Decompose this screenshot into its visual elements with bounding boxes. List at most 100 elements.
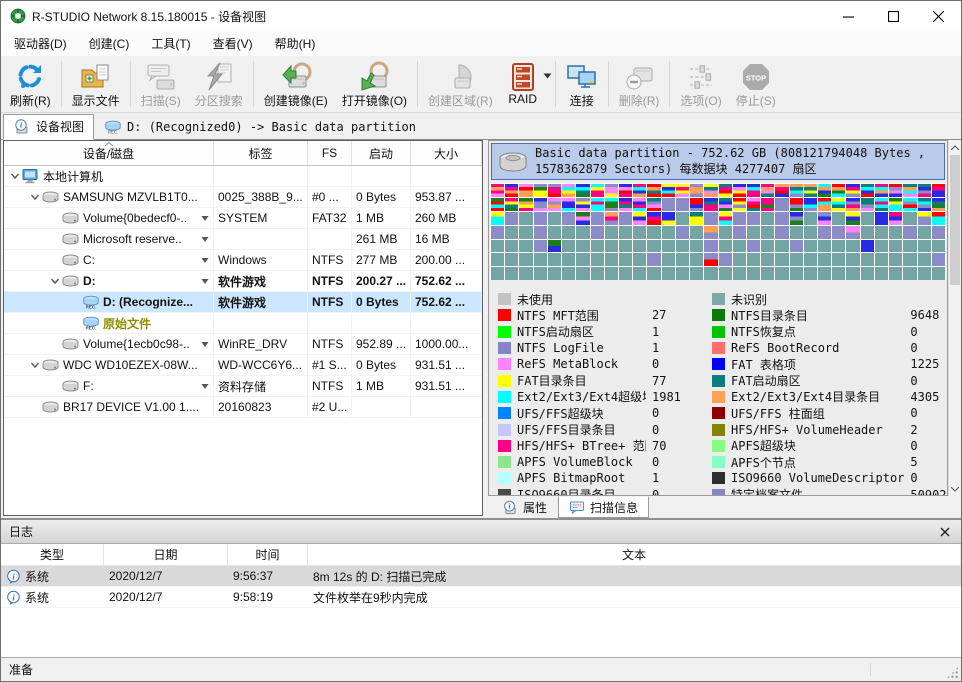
tree-row-3[interactable]: Microsoft reserve..261 MB16 MB xyxy=(4,229,482,250)
tab-recognized-partition[interactable]: REC.D: (Recognized0) -> Basic data parti… xyxy=(94,115,426,139)
block-map-cell xyxy=(519,226,532,239)
legend-label: APFS超级块 xyxy=(731,437,904,454)
block-map-cell xyxy=(576,267,589,280)
scroll-down-icon[interactable] xyxy=(949,482,961,496)
log-header-col-3[interactable]: 文本 xyxy=(308,544,961,565)
device-size-cell: 200.00 ... xyxy=(411,250,482,270)
tree-header-col-4[interactable]: 大小 xyxy=(411,141,482,165)
dropdown-arrow-icon[interactable] xyxy=(199,257,211,264)
toolbar-button-open-image[interactable]: 打开镜像(O) xyxy=(335,57,414,111)
toolbar-button-show-files[interactable]: 显示文件 xyxy=(65,57,127,111)
legend-label: FAT启动扇区 xyxy=(731,372,904,389)
minimize-button[interactable] xyxy=(826,1,871,31)
tree-row-6[interactable]: REC.D: (Recognize...软件游戏NTFS0 Bytes752.6… xyxy=(4,292,482,313)
legend-item: NTFS启动扇区1 xyxy=(498,324,704,340)
block-map-cell xyxy=(548,240,561,253)
close-button[interactable] xyxy=(916,1,961,31)
expand-chevron-icon[interactable] xyxy=(48,276,62,286)
tree-row-10[interactable]: F:资料存储NTFS1 MB931.51 ... xyxy=(4,376,482,397)
expand-chevron-icon[interactable] xyxy=(8,171,22,181)
tree-header-col-2[interactable]: FS xyxy=(308,141,352,165)
block-map-cell xyxy=(747,184,760,197)
log-close-button[interactable] xyxy=(937,524,953,540)
toolbar-button-create-image[interactable]: 创建镜像(E) xyxy=(257,57,335,111)
dropdown-arrow-icon[interactable] xyxy=(199,341,211,348)
maximize-button[interactable] xyxy=(871,1,916,31)
tree-header-label: 启动 xyxy=(369,145,393,162)
legend-item: ISO9660 VolumeDescriptor0 xyxy=(712,470,948,486)
device-label-cell: 资料存储 xyxy=(214,376,308,396)
block-map-cell xyxy=(846,253,859,266)
toolbar-separator xyxy=(253,61,254,107)
device-name-cell: C: xyxy=(4,250,214,270)
block-map-cell xyxy=(903,253,916,266)
tree-header-col-3[interactable]: 启动 xyxy=(352,141,411,165)
block-map-cell xyxy=(790,184,803,197)
block-map-cell xyxy=(491,184,504,197)
tree-header: 设备/磁盘 标签FS 启动 大小 xyxy=(4,141,482,166)
tree-row-11[interactable]: BR17 DEVICE V1.00 1....20160823#2 U... xyxy=(4,397,482,418)
block-map-cell xyxy=(519,267,532,280)
toolbar-button-create-region: 创建区域(R) xyxy=(421,57,500,111)
tree-row-2[interactable]: Volume{0bedecf0-..SYSTEMFAT321 MB260 MB xyxy=(4,208,482,229)
tab-scan-information[interactable]: 扫描信息 xyxy=(558,496,649,518)
block-map-cell xyxy=(775,212,788,225)
log-row-0[interactable]: i系统2020/12/79:56:378m 12s 的 D: 扫描已完成 xyxy=(1,566,961,587)
block-map-cell xyxy=(832,198,845,211)
tab-device-view[interactable]: i设备视图 xyxy=(3,114,94,140)
dropdown-arrow-icon[interactable] xyxy=(543,72,552,80)
dropdown-arrow-icon[interactable] xyxy=(199,236,211,243)
log-header-col-0[interactable]: 类型 xyxy=(1,544,104,565)
legend-label: APFS VolumeBlock xyxy=(517,455,646,469)
disk-icon xyxy=(62,252,80,268)
device-size-cell xyxy=(411,313,482,333)
dropdown-arrow-icon[interactable] xyxy=(199,215,211,222)
toolbar-button-options: 选项(O) xyxy=(673,57,728,111)
dropdown-arrow-icon[interactable] xyxy=(199,278,211,285)
tree-row-8[interactable]: Volume{1ecb0c98-..WinRE_DRVNTFS952.89 ..… xyxy=(4,334,482,355)
tree-row-7[interactable]: REC.原始文件 xyxy=(4,313,482,334)
scrollbar[interactable] xyxy=(948,140,961,496)
scroll-up-icon[interactable] xyxy=(949,140,961,154)
block-map-cell xyxy=(903,184,916,197)
toolbar-button-label: 创建区域(R) xyxy=(428,92,493,109)
log-header-col-1[interactable]: 日期 xyxy=(104,544,228,565)
tree-row-0[interactable]: 本地计算机 xyxy=(4,166,482,187)
log-row-1[interactable]: i系统2020/12/79:58:19文件枚举在9秒内完成 xyxy=(1,587,961,608)
toolbar-button-connect[interactable]: 连接 xyxy=(559,57,605,111)
block-map-cell xyxy=(690,267,703,280)
tree-row-5[interactable]: D:软件游戏NTFS200.27 ...752.62 ... xyxy=(4,271,482,292)
tree-row-4[interactable]: C:WindowsNTFS277 MB200.00 ... xyxy=(4,250,482,271)
block-map-cell xyxy=(761,253,774,266)
block-map-cell xyxy=(676,212,689,225)
menu-item-tools[interactable]: 工具(T) xyxy=(140,31,201,56)
resize-grip[interactable] xyxy=(946,666,959,679)
dropdown-arrow-icon[interactable] xyxy=(199,383,211,390)
tree-header-label: 设备/磁盘 xyxy=(83,145,134,162)
log-header-col-2[interactable]: 时间 xyxy=(228,544,308,565)
block-map-cell xyxy=(918,198,931,211)
toolbar-button-raid[interactable]: RAID xyxy=(500,57,552,111)
tree-header-col-1[interactable]: 标签 xyxy=(214,141,308,165)
tree-row-9[interactable]: WDC WD10EZEX-08W...WD-WCC6Y6...#1 S...0 … xyxy=(4,355,482,376)
menu-item-drive[interactable]: 驱动器(D) xyxy=(3,31,78,56)
menu-item-help[interactable]: 帮助(H) xyxy=(264,31,327,56)
menu-item-view[interactable]: 查看(V) xyxy=(202,31,264,56)
block-map-cell xyxy=(662,212,675,225)
scrollbar-thumb[interactable] xyxy=(950,155,960,285)
tree-header-col-0[interactable]: 设备/磁盘 xyxy=(4,141,214,165)
expand-chevron-icon[interactable] xyxy=(28,192,42,202)
expand-chevron-icon[interactable] xyxy=(28,360,42,370)
block-map-cell xyxy=(804,198,817,211)
legend-item: NTFS目录条目9648 xyxy=(712,307,948,323)
log-time-cell: 9:56:37 xyxy=(228,569,308,583)
disk-icon xyxy=(42,399,60,415)
tree-row-1[interactable]: SAMSUNG MZVLB1T0...0025_388B_9...#0 ...0… xyxy=(4,187,482,208)
menu-item-create[interactable]: 创建(C) xyxy=(78,31,141,56)
block-map-cell xyxy=(576,226,589,239)
toolbar-button-refresh[interactable]: 刷新(R) xyxy=(3,57,58,111)
disk-icon xyxy=(498,150,528,174)
device-fs-cell: #0 ... xyxy=(308,187,352,207)
connect-icon xyxy=(566,61,598,91)
tab-properties[interactable]: i属性 xyxy=(491,496,558,518)
